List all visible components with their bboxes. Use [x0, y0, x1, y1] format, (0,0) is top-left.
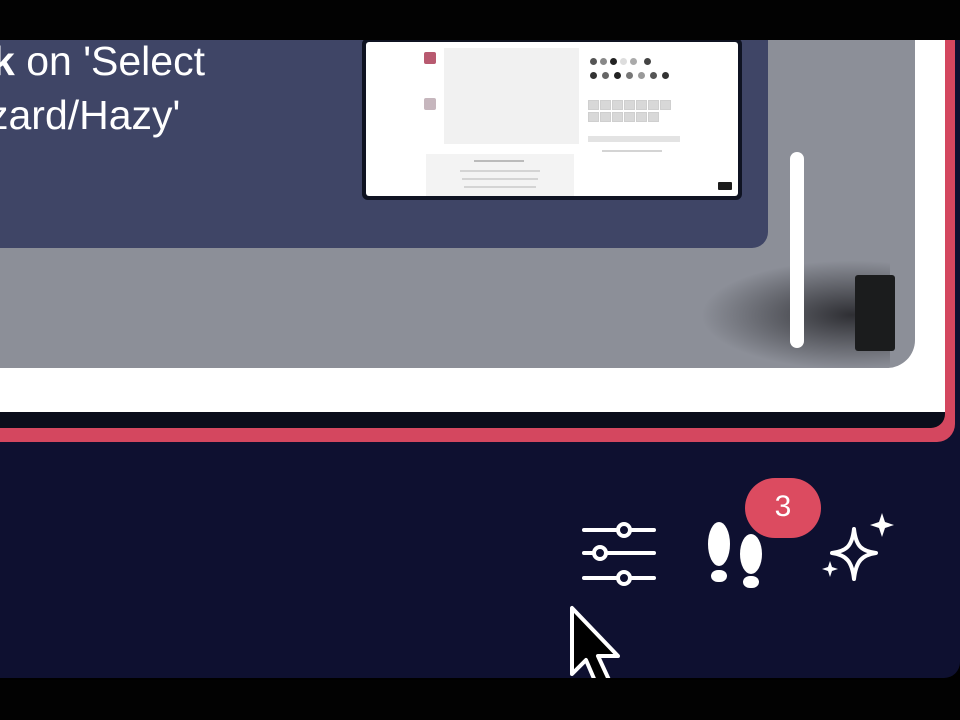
thumb-swatch: [610, 58, 617, 65]
preview-frame-inner: k on 'Select zard/Hazy': [0, 40, 945, 428]
thumb-option: [588, 100, 599, 110]
sliders-icon: [582, 522, 656, 586]
thumb-swatch: [590, 58, 597, 65]
scrollbar-thumb[interactable]: [790, 152, 804, 348]
app-window: k on 'Select zard/Hazy' 3: [0, 40, 960, 678]
ai-assistant-button[interactable]: [818, 513, 898, 593]
letterbox-top: [0, 0, 960, 40]
preview-gray-area: k on 'Select zard/Hazy': [0, 40, 915, 368]
step-screenshot-thumbnail: [362, 40, 742, 200]
step-action-word: k: [0, 40, 15, 84]
thumb-option: [600, 100, 611, 110]
dark-block: [855, 275, 895, 351]
settings-button[interactable]: [580, 520, 658, 590]
thumb-option: [648, 100, 659, 110]
thumb-option: [660, 100, 671, 110]
thumbnail-content: [366, 42, 738, 196]
sparkles-icon: [822, 513, 894, 581]
thumb-button: [718, 182, 732, 190]
steps-count-badge: 3: [745, 478, 821, 538]
thumb-panel: [444, 48, 579, 144]
thumb-option: [636, 112, 647, 122]
thumb-swatch: [662, 72, 669, 79]
preview-frame: k on 'Select zard/Hazy': [0, 40, 955, 442]
thumb-image-1: [424, 52, 436, 64]
thumb-option: [624, 100, 635, 110]
thumb-option: [624, 112, 635, 122]
mouse-pointer-icon: [566, 604, 630, 678]
thumb-text-line: [474, 160, 524, 162]
thumb-swatch: [638, 72, 645, 79]
thumb-swatch: [626, 72, 633, 79]
thumb-swatch: [600, 58, 607, 65]
step-line-1: k on 'Select: [0, 40, 205, 88]
thumb-image-2: [424, 98, 436, 110]
thumb-option: [600, 112, 611, 122]
thumb-option: [612, 100, 623, 110]
thumb-option: [588, 112, 599, 122]
step-instruction: k on 'Select zard/Hazy': [0, 40, 205, 142]
thumb-swatch: [620, 58, 627, 65]
thumb-swatch: [630, 58, 637, 65]
thumb-swatch: [614, 72, 621, 79]
thumb-swatch: [590, 72, 597, 79]
preview-screen: k on 'Select zard/Hazy': [0, 40, 945, 412]
step-line-2: zard/Hazy': [0, 92, 181, 138]
thumb-swatch: [650, 72, 657, 79]
thumb-text-line: [602, 150, 662, 152]
thumb-option: [612, 112, 623, 122]
thumb-text-line: [462, 178, 538, 180]
tutorial-card: k on 'Select zard/Hazy': [0, 40, 768, 248]
step-line-1-text: on 'Select: [14, 40, 205, 84]
thumb-input: [588, 136, 680, 142]
letterbox-bottom: [0, 680, 960, 720]
thumb-option: [648, 112, 659, 122]
thumb-swatch: [644, 58, 651, 65]
thumb-option: [636, 100, 647, 110]
thumb-text-line: [464, 186, 536, 188]
thumb-swatch: [602, 72, 609, 79]
thumb-text-line: [460, 170, 540, 172]
